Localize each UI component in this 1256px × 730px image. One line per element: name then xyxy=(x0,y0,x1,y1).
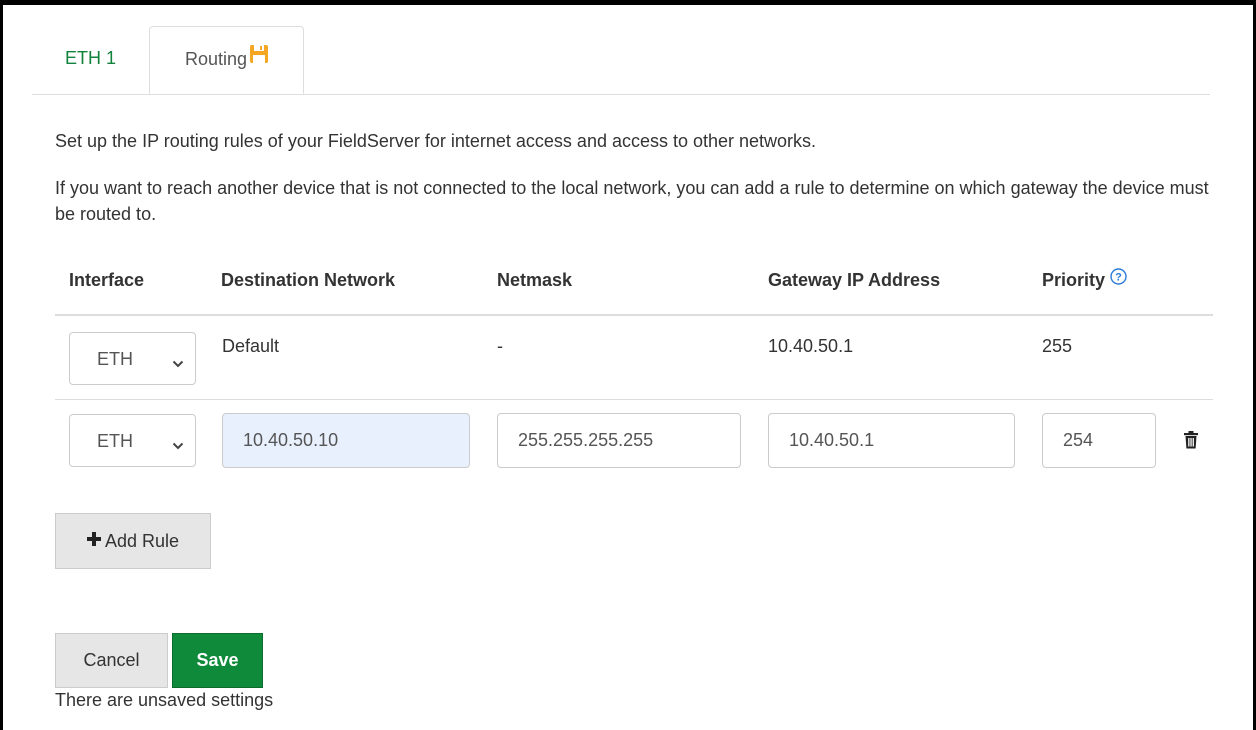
header-gateway-ip: Gateway IP Address xyxy=(768,270,941,290)
add-rule-label: Add Rule xyxy=(104,531,180,551)
add-rule-button[interactable]: Add Rule xyxy=(55,513,211,569)
header-netmask: Netmask xyxy=(497,270,573,290)
table-header-divider xyxy=(55,314,1213,316)
gateway-ip-input[interactable]: 10.40.50.1 xyxy=(768,413,1015,468)
help-icon[interactable]: ? xyxy=(1110,268,1127,290)
priority-default: 255 xyxy=(1042,336,1073,356)
cancel-button[interactable]: Cancel xyxy=(55,633,168,688)
chevron-down-icon xyxy=(172,435,184,456)
interface-select-value: ETH xyxy=(97,431,133,451)
svg-text:?: ? xyxy=(1115,272,1122,284)
header-destination-network: Destination Network xyxy=(221,270,396,290)
header-priority-label: Priority xyxy=(1042,270,1106,290)
tab-routing[interactable]: Routing xyxy=(149,26,304,94)
save-icon xyxy=(250,25,269,89)
gateway-default: 10.40.50.1 xyxy=(768,336,854,356)
window-frame-top xyxy=(0,0,1256,5)
trash-icon[interactable] xyxy=(1183,431,1199,454)
interface-select-row1[interactable]: ETH xyxy=(69,332,196,385)
destination-default: Default xyxy=(222,336,280,356)
unsaved-status-text: There are unsaved settings xyxy=(55,690,274,710)
routing-help-text: If you want to reach another device that… xyxy=(55,178,1209,224)
chevron-down-icon xyxy=(172,353,184,374)
tab-routing-label: Routing xyxy=(184,49,248,69)
window-frame-left xyxy=(0,0,3,730)
interface-select-row2[interactable]: ETH xyxy=(69,414,196,467)
tab-eth1-label: ETH 1 xyxy=(64,48,116,68)
interface-select-value: ETH xyxy=(97,349,133,369)
netmask-input[interactable]: 255.255.255.255 xyxy=(497,413,741,468)
plus-icon xyxy=(86,513,101,567)
tab-eth1[interactable]: ETH 1 xyxy=(32,26,149,93)
netmask-default: - xyxy=(497,336,503,356)
header-interface: Interface xyxy=(69,270,145,290)
tab-bar: ETH 1 Routing xyxy=(32,26,1210,95)
header-priority: Priority ? xyxy=(1042,268,1127,292)
routing-intro-text: Set up the IP routing rules of your Fiel… xyxy=(55,131,817,151)
save-button[interactable]: Save xyxy=(172,633,263,688)
priority-input[interactable]: 254 xyxy=(1042,413,1156,468)
row-divider xyxy=(55,399,1213,400)
destination-network-input[interactable]: 10.40.50.10 xyxy=(222,413,470,468)
